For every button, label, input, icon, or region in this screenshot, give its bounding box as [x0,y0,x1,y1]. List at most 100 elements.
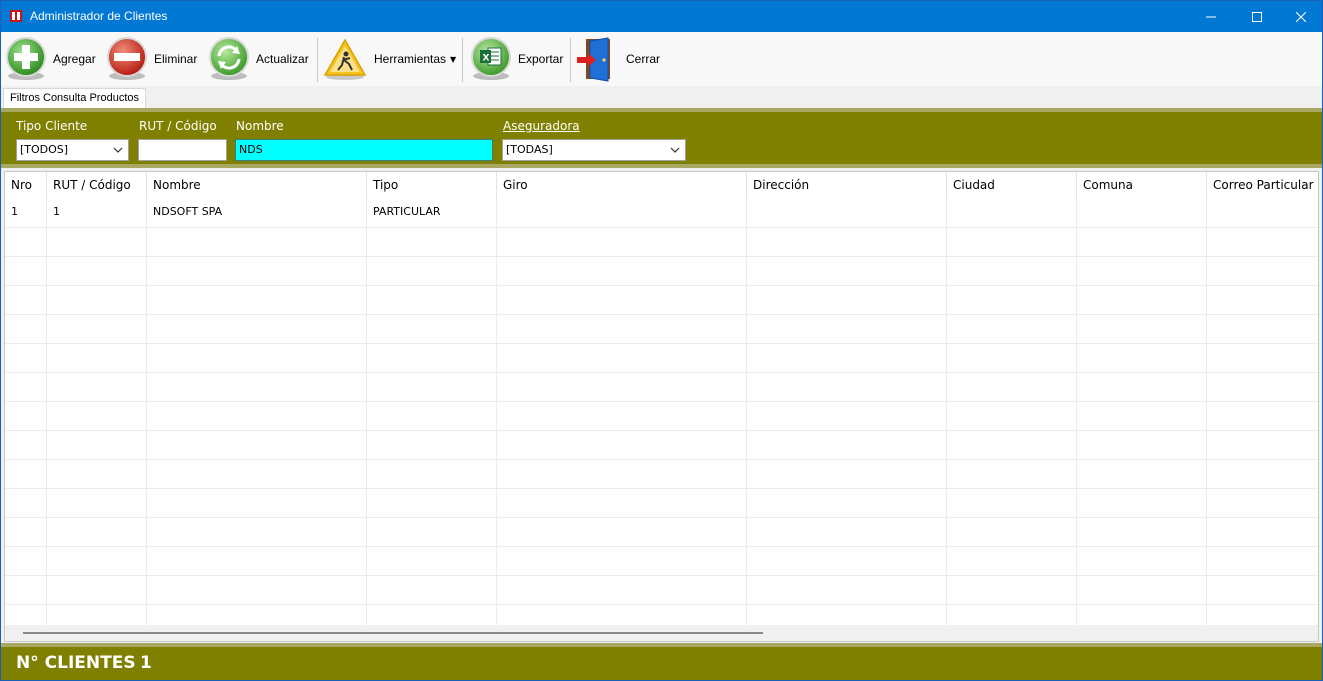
table-cell[interactable] [497,344,747,373]
scrollbar-thumb[interactable] [23,632,763,634]
table-cell[interactable] [5,315,47,344]
table-cell[interactable] [1207,315,1318,344]
export-button[interactable]: X Exportar [468,34,563,84]
title-bar[interactable]: Administrador de Clientes [1,1,1322,32]
table-row[interactable] [5,344,1318,373]
table-cell[interactable] [947,576,1077,605]
table-row[interactable] [5,489,1318,518]
table-cell[interactable] [1077,489,1207,518]
tipo-cliente-select[interactable]: [TODOS] [16,139,129,161]
table-cell[interactable] [1207,344,1318,373]
table-cell[interactable] [747,402,947,431]
table-cell[interactable] [367,315,497,344]
table-cell[interactable] [147,518,367,547]
table-cell[interactable] [367,431,497,460]
table-cell[interactable] [947,315,1077,344]
table-cell[interactable] [5,228,47,257]
table-cell[interactable]: NDSOFT SPA [147,199,367,228]
table-cell[interactable] [947,547,1077,576]
table-cell[interactable] [47,518,147,547]
table-cell[interactable] [497,518,747,547]
table-row[interactable] [5,286,1318,315]
table-cell[interactable] [1207,489,1318,518]
close-button[interactable]: Cerrar [576,34,660,84]
table-cell[interactable] [147,228,367,257]
table-cell[interactable] [947,489,1077,518]
table-cell[interactable] [147,257,367,286]
table-row[interactable] [5,576,1318,605]
table-cell[interactable] [47,576,147,605]
table-cell[interactable] [47,547,147,576]
column-header[interactable]: Giro [497,172,747,199]
table-cell[interactable] [497,199,747,228]
table-cell[interactable] [147,547,367,576]
table-cell[interactable]: PARTICULAR [367,199,497,228]
table-cell[interactable] [497,547,747,576]
table-cell[interactable] [47,257,147,286]
table-cell[interactable] [367,373,497,402]
table-cell[interactable] [1077,199,1207,228]
table-cell[interactable] [947,199,1077,228]
table-cell[interactable] [5,402,47,431]
column-header[interactable]: Dirección [747,172,947,199]
table-cell[interactable] [947,228,1077,257]
table-cell[interactable] [747,228,947,257]
table-cell[interactable]: 1 [47,199,147,228]
nombre-input[interactable]: NDS [235,139,493,161]
table-cell[interactable] [47,489,147,518]
clients-grid[interactable]: Nro RUT / Código Nombre Tipo Giro Direcc… [4,171,1319,642]
column-header[interactable]: Ciudad [947,172,1077,199]
table-cell[interactable] [947,460,1077,489]
table-cell[interactable] [497,431,747,460]
table-cell[interactable] [947,257,1077,286]
table-cell[interactable] [747,576,947,605]
table-cell[interactable] [47,460,147,489]
table-cell[interactable] [497,315,747,344]
table-cell[interactable] [1207,431,1318,460]
rut-codigo-input[interactable] [138,139,227,161]
table-row[interactable] [5,228,1318,257]
table-cell[interactable] [947,286,1077,315]
aseguradora-label[interactable]: Aseguradora [503,119,580,133]
table-cell[interactable] [47,286,147,315]
table-cell[interactable] [5,576,47,605]
table-cell[interactable] [367,228,497,257]
table-cell[interactable] [5,257,47,286]
table-cell[interactable] [367,344,497,373]
tools-dropdown-button[interactable]: Herramientas ▼ [322,34,456,84]
table-cell[interactable] [5,547,47,576]
column-header[interactable]: Comuna [1077,172,1207,199]
column-header[interactable]: Tipo [367,172,497,199]
table-cell[interactable] [1077,257,1207,286]
table-cell[interactable] [1077,286,1207,315]
table-cell[interactable] [1207,199,1318,228]
table-cell[interactable] [5,373,47,402]
table-cell[interactable] [1077,460,1207,489]
table-cell[interactable] [47,373,147,402]
table-cell[interactable] [747,518,947,547]
table-cell[interactable] [1207,286,1318,315]
table-cell[interactable] [497,228,747,257]
table-cell[interactable] [1077,228,1207,257]
tab-filters[interactable]: Filtros Consulta Productos [3,88,146,108]
table-cell[interactable] [147,286,367,315]
table-cell[interactable] [747,460,947,489]
table-cell[interactable] [367,576,497,605]
table-row[interactable] [5,547,1318,576]
column-header[interactable]: Correo Particular [1207,172,1318,199]
table-cell[interactable] [5,518,47,547]
table-cell[interactable] [497,402,747,431]
table-row[interactable] [5,460,1318,489]
column-header[interactable]: Nro [5,172,47,199]
horizontal-scrollbar[interactable] [5,625,1318,641]
table-cell[interactable] [367,489,497,518]
table-cell[interactable] [747,257,947,286]
table-cell[interactable] [1077,431,1207,460]
table-cell[interactable] [47,431,147,460]
table-cell[interactable] [147,344,367,373]
table-cell[interactable] [1077,547,1207,576]
table-cell[interactable] [1077,344,1207,373]
table-cell[interactable] [367,257,497,286]
table-cell[interactable] [1077,373,1207,402]
table-cell[interactable] [1207,576,1318,605]
